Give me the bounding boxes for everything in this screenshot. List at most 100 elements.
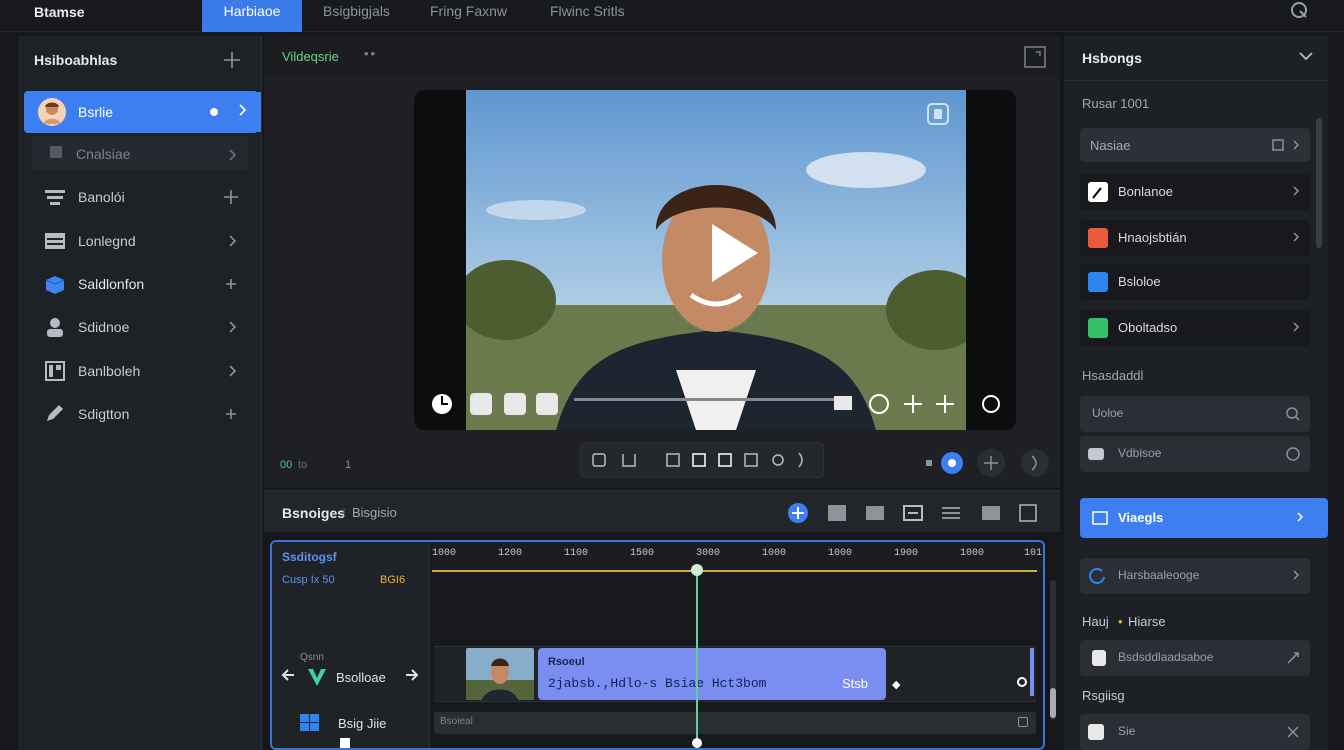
property-field-2[interactable]: Vdbisoe <box>1080 436 1310 472</box>
chevron-right-icon <box>228 148 238 162</box>
loading-row[interactable]: Harsbaaleooge <box>1080 558 1310 594</box>
track-title: Ssditogsf <box>282 550 337 564</box>
note-icon <box>1088 724 1104 740</box>
right-panel-scrollbar[interactable] <box>1316 118 1322 248</box>
close-icon[interactable] <box>1286 725 1300 739</box>
ruler-tick: 1900 <box>894 548 919 559</box>
property-field-4[interactable]: Sie <box>1080 714 1310 750</box>
timeline-ruler[interactable]: 1000 1200 1100 1500 3000 1000 1000 1900 … <box>432 542 1043 572</box>
property-field-3[interactable]: Bsdsddlaadsaboe <box>1080 640 1310 676</box>
sidebar-item-3[interactable]: Lonlegnd <box>24 222 248 260</box>
play-icon[interactable] <box>694 218 764 288</box>
timeline-scroll-thumb[interactable] <box>1050 688 1056 718</box>
ruler-tick: 1100 <box>564 548 589 559</box>
left-panel: Hsiboabhlas Bsrlie Cnalsiae Banolói Lonl… <box>18 36 262 750</box>
property-field-1[interactable]: Uoloe <box>1080 396 1310 432</box>
user-icon <box>44 317 66 337</box>
chevron-right-icon <box>228 364 238 378</box>
sidebar-item-4[interactable]: Saldlonfon <box>24 265 248 303</box>
in-out-range <box>432 570 1037 572</box>
timeline-clip[interactable]: Rsoeul 2jabsb.,Hdlo-s Bsiae Hct3bom Stsb <box>538 648 886 700</box>
timeline-title: Bsnoiges <box>282 505 346 521</box>
chevron-right-icon <box>1292 139 1300 151</box>
circle-icon[interactable] <box>1286 447 1300 461</box>
field-value: Bsdsddlaadsaboe <box>1118 650 1214 664</box>
playhead-knob[interactable] <box>691 564 703 576</box>
sidebar-item-label: Cnalsiae <box>76 146 131 162</box>
sidebar-item-5[interactable]: Sdidnoe <box>24 308 248 346</box>
chevron-down-icon[interactable] <box>1298 50 1314 62</box>
expand-icon[interactable] <box>1286 651 1300 665</box>
tab-1[interactable]: Bsigbigjals <box>323 0 390 32</box>
timeline-toolbar[interactable] <box>786 501 1056 525</box>
tab-0[interactable]: Harbiaoe <box>202 0 302 32</box>
name-field[interactable]: Nasiae <box>1080 128 1310 162</box>
audio-clip[interactable]: Bsoieal <box>434 712 1036 734</box>
loading-label: Harsbaaleooge <box>1118 568 1200 582</box>
selected-item-label: Viaegls <box>1118 510 1164 525</box>
clip-handle[interactable] <box>1030 648 1034 696</box>
chevron-right-icon <box>1292 569 1300 581</box>
sidebar-item-2[interactable]: Banolói <box>24 178 248 216</box>
ruler-tick: 1500 <box>630 548 655 559</box>
more-icon[interactable]: •• <box>364 46 377 61</box>
refresh-icon <box>1088 566 1108 586</box>
selection-marker <box>256 92 261 132</box>
sidebar-item-1[interactable]: Cnalsiae <box>32 136 248 170</box>
blue-swatch-icon <box>1088 272 1108 292</box>
sidebar-item-6[interactable]: Banlboleh <box>24 352 248 390</box>
timeline-panel[interactable]: Ssditogsf Cusp Ix 50 BGI6 Qsnn Bsolloae … <box>270 540 1045 750</box>
section-label-4: Rsgiisg <box>1082 688 1125 703</box>
property-row-0[interactable]: Bonlanoe <box>1080 174 1310 210</box>
sidebar-item-0[interactable]: Bsrlie <box>24 91 258 133</box>
plus-icon[interactable] <box>224 277 238 291</box>
video-track-name: Bsolloae <box>336 670 386 685</box>
tab-3[interactable]: Flwinc Sritls <box>550 0 625 32</box>
accent-dot: • <box>1118 614 1123 629</box>
pip-icon[interactable] <box>926 102 950 126</box>
video-preview[interactable] <box>414 90 1016 430</box>
clip-title: Rsoeul <box>548 656 585 668</box>
chevron-right-icon <box>228 234 238 248</box>
sidebar-item-label: Bsrlie <box>78 104 114 120</box>
property-row-2[interactable]: Bsloloe <box>1080 264 1310 300</box>
plus-icon[interactable] <box>224 190 238 204</box>
diamond-icon[interactable]: ◆ <box>892 678 900 691</box>
copy-icon[interactable] <box>1272 139 1284 151</box>
plus-icon[interactable] <box>224 407 238 421</box>
viewer-title: Vildeqsrie <box>282 49 339 64</box>
property-row-1[interactable]: Hnaojsbtián <box>1080 220 1310 256</box>
sidebar-item-7[interactable]: Sdigtton <box>24 395 248 433</box>
ruler-tick: 1000 <box>432 548 457 559</box>
divider <box>1064 80 1328 81</box>
viewer-status: 00 <box>280 459 293 471</box>
list-icon <box>44 187 66 207</box>
field-value: Nasiae <box>1090 138 1131 153</box>
pen-swatch-icon <box>1088 182 1108 202</box>
add-icon[interactable] <box>222 50 242 70</box>
transport-right-controls <box>920 446 1060 482</box>
grid-icon <box>44 361 66 381</box>
tab-2[interactable]: Fring Faxnw <box>430 0 507 32</box>
arrow-left-icon[interactable] <box>280 666 296 684</box>
checkbox[interactable] <box>340 738 350 748</box>
selected-item[interactable]: Viaegls <box>1080 498 1328 538</box>
ruler-tick: 1000 <box>960 548 985 559</box>
right-panel: Hsbongs Rusar 1001 Nasiae Bonlanoe Hnaoj… <box>1064 36 1328 750</box>
expand-icon[interactable] <box>1024 46 1046 68</box>
lock-icon[interactable] <box>1018 717 1028 727</box>
property-label: Bsloloe <box>1118 274 1161 289</box>
search-icon[interactable] <box>1286 407 1300 421</box>
field-value: Sie <box>1118 724 1136 738</box>
search-icon[interactable] <box>1290 1 1310 21</box>
chevron-right-icon <box>1292 185 1300 197</box>
ruler-tick: 1000 <box>828 548 853 559</box>
section-label-3-accent: Hiarse <box>1128 614 1166 629</box>
arrow-right-icon[interactable] <box>404 666 420 684</box>
status-dot <box>210 108 218 116</box>
file-icon <box>1092 650 1106 666</box>
property-row-3[interactable]: Oboltadso <box>1080 310 1310 346</box>
green-swatch-icon <box>1088 318 1108 338</box>
playhead[interactable] <box>691 564 703 748</box>
marker-icon[interactable] <box>1016 676 1028 688</box>
